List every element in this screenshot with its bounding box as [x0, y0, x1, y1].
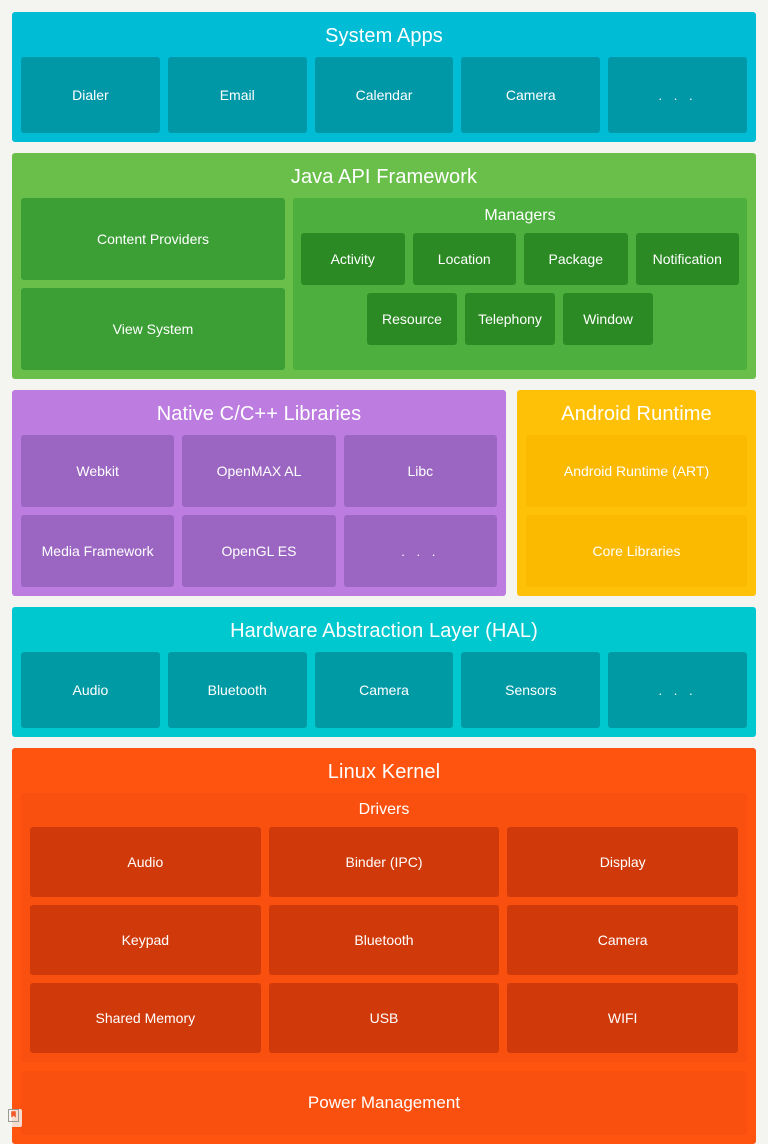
framework-body: Content Providers View System Managers A…: [21, 198, 747, 370]
bookmark-icon: [7, 1109, 19, 1127]
drivers-row-1: Audio Binder (IPC) Display: [30, 827, 739, 897]
native-lib-openmax-al[interactable]: OpenMAX AL: [182, 435, 336, 507]
native-libraries-row-1: Webkit OpenMAX AL Libc: [21, 435, 497, 507]
framework-view-system[interactable]: View System: [21, 288, 285, 370]
manager-activity[interactable]: Activity: [301, 233, 405, 285]
native-lib-libc[interactable]: Libc: [343, 435, 497, 507]
driver-usb[interactable]: USB: [268, 983, 500, 1053]
system-app-dialer[interactable]: Dialer: [21, 57, 160, 133]
drivers-container: Drivers Audio Binder (IPC) Display Keypa…: [21, 793, 747, 1062]
layer-title-android-runtime: Android Runtime: [561, 403, 712, 425]
driver-shared-memory[interactable]: Shared Memory: [30, 983, 261, 1053]
layer-system-apps: System Apps Dialer Email Calendar Camera…: [12, 12, 756, 142]
manager-window[interactable]: Window: [563, 293, 653, 345]
architecture-stack: System Apps Dialer Email Calendar Camera…: [12, 12, 756, 1144]
layer-java-api-framework: Java API Framework Content Providers Vie…: [12, 153, 756, 379]
layer-hardware-abstraction-layer: Hardware Abstraction Layer (HAL) Audio B…: [12, 607, 756, 737]
hal-audio[interactable]: Audio: [21, 652, 160, 728]
driver-bluetooth[interactable]: Bluetooth: [268, 905, 500, 975]
hal-sensors[interactable]: Sensors: [461, 652, 601, 728]
hal-bluetooth[interactable]: Bluetooth: [167, 652, 307, 728]
managers-row-1: Activity Location Package Notification: [301, 233, 739, 285]
managers-row-2: Resource Telephony Window: [301, 293, 739, 345]
layer-title-java-api-framework: Java API Framework: [290, 166, 478, 188]
manager-location[interactable]: Location: [412, 233, 516, 285]
hal-row: Audio Bluetooth Camera Sensors . . .: [21, 652, 747, 728]
system-app-email[interactable]: Email: [167, 57, 307, 133]
driver-wifi[interactable]: WIFI: [507, 983, 739, 1053]
managers-container: Managers Activity Location Package Notif…: [293, 198, 747, 370]
native-lib-opengl-es[interactable]: OpenGL ES: [182, 515, 336, 587]
system-app-calendar[interactable]: Calendar: [314, 57, 454, 133]
driver-display[interactable]: Display: [507, 827, 739, 897]
framework-left-column: Content Providers View System: [21, 198, 285, 370]
manager-telephony[interactable]: Telephony: [465, 293, 555, 345]
bookmark-badge[interactable]: [4, 1109, 22, 1127]
android-runtime-row-1: Android Runtime (ART): [526, 435, 747, 507]
drivers-row-2: Keypad Bluetooth Camera: [30, 905, 739, 975]
hal-more[interactable]: . . .: [608, 652, 747, 728]
layer-title-linux-kernel: Linux Kernel: [327, 761, 441, 783]
managers-row-2-spacer: [661, 293, 739, 345]
layer-title-system-apps: System Apps: [325, 25, 443, 47]
drivers-row-3: Shared Memory USB WIFI: [30, 983, 739, 1053]
driver-camera[interactable]: Camera: [507, 905, 739, 975]
layer-title-hal: Hardware Abstraction Layer (HAL): [230, 620, 538, 642]
native-lib-more[interactable]: . . .: [343, 515, 497, 587]
system-app-camera[interactable]: Camera: [461, 57, 601, 133]
middle-layer-group: Native C/C++ Libraries Webkit OpenMAX AL…: [12, 390, 756, 596]
layer-linux-kernel: Linux Kernel Drivers Audio Binder (IPC) …: [12, 748, 756, 1144]
manager-package[interactable]: Package: [524, 233, 628, 285]
layer-title-native-libraries: Native C/C++ Libraries: [156, 403, 362, 425]
system-apps-row: Dialer Email Calendar Camera . . .: [21, 57, 747, 133]
power-management-box[interactable]: Power Management: [21, 1071, 747, 1135]
native-libraries-row-2: Media Framework OpenGL ES . . .: [21, 515, 497, 587]
android-runtime-row-2: Core Libraries: [526, 515, 747, 587]
system-app-more[interactable]: . . .: [608, 57, 747, 133]
layer-android-runtime: Android Runtime Android Runtime (ART) Co…: [517, 390, 756, 596]
managers-title: Managers: [484, 207, 556, 224]
manager-notification[interactable]: Notification: [635, 233, 739, 285]
driver-binder-ipc[interactable]: Binder (IPC): [268, 827, 500, 897]
runtime-core-libraries[interactable]: Core Libraries: [526, 515, 747, 587]
native-lib-webkit[interactable]: Webkit: [21, 435, 175, 507]
driver-keypad[interactable]: Keypad: [30, 905, 261, 975]
drivers-title: Drivers: [358, 801, 410, 818]
native-lib-media-framework[interactable]: Media Framework: [21, 515, 175, 587]
runtime-art[interactable]: Android Runtime (ART): [526, 435, 747, 507]
hal-camera[interactable]: Camera: [314, 652, 454, 728]
manager-resource[interactable]: Resource: [367, 293, 457, 345]
driver-audio[interactable]: Audio: [30, 827, 261, 897]
layer-native-libraries: Native C/C++ Libraries Webkit OpenMAX AL…: [12, 390, 506, 596]
framework-content-providers[interactable]: Content Providers: [21, 198, 285, 280]
